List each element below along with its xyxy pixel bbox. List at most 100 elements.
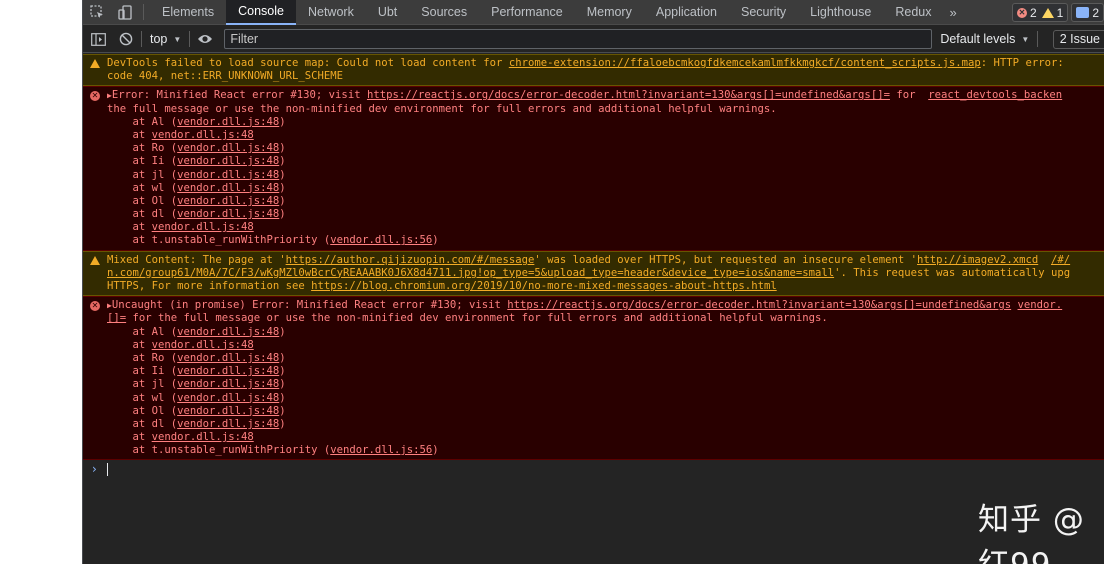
message-text: ): [279, 391, 286, 404]
tab-application[interactable]: Application: [644, 0, 729, 25]
source-link[interactable]: vendor.dll.js:48: [152, 129, 254, 141]
message-line: []= for the full message or use the non-…: [107, 312, 1104, 325]
message-text: at wl (: [107, 391, 178, 404]
log-levels-dropdown[interactable]: Default levels ▼: [940, 32, 1029, 46]
message-text: at: [107, 128, 152, 141]
console-error-message: ✕ ▶Uncaught (in promise) Error: Minified …: [83, 296, 1104, 461]
context-selector[interactable]: top ▼: [144, 32, 187, 46]
source-link[interactable]: vendor.dll.js:48: [177, 326, 279, 338]
message-line: at Ii (vendor.dll.js:48): [107, 155, 1104, 168]
message-line: ▶Uncaught (in promise) Error: Minified R…: [107, 299, 1104, 312]
message-line: Mixed Content: The page at 'https://auth…: [107, 254, 1104, 267]
source-link[interactable]: vendor.dll.js:48: [177, 169, 279, 181]
source-link[interactable]: vendor.dll.js:48: [152, 221, 254, 233]
message-text: ): [279, 365, 286, 378]
issues-button[interactable]: 2 Issue: [1052, 30, 1104, 49]
tab-memory[interactable]: Memory: [575, 0, 644, 25]
message-text: ): [279, 404, 286, 417]
tab-redux[interactable]: Redux: [883, 0, 943, 25]
console-warning-message: Mixed Content: The page at 'https://auth…: [83, 250, 1104, 297]
source-link[interactable]: https://author.qijizuopin.com/#/message: [286, 254, 535, 266]
source-link[interactable]: vendor.dll.js:48: [177, 116, 279, 128]
tab-ubt[interactable]: Ubt: [366, 0, 409, 25]
source-link[interactable]: vendor.dll.js:48: [177, 352, 279, 364]
message-text: ): [279, 351, 286, 364]
message-text: code 404, net::ERR_UNKNOWN_URL_SCHEME: [107, 70, 343, 83]
message-line: at jl (vendor.dll.js:48): [107, 169, 1104, 182]
source-link[interactable]: vendor.dll.js:48: [177, 418, 279, 430]
message-text: for: [889, 89, 929, 102]
message-text: Uncaught (in promise) Error: Minified Re…: [111, 299, 508, 312]
divider: [1037, 31, 1039, 47]
divider: [143, 4, 144, 20]
message-line: n.com/group61/M0A/7C/F3/wKgMZl0wBcrCyREA…: [107, 267, 1104, 280]
source-link[interactable]: chrome-extension://ffaloebcmkogfdkemceka…: [509, 57, 981, 69]
source-link[interactable]: vendor.dll.js:48: [177, 405, 279, 417]
tab-lighthouse[interactable]: Lighthouse: [798, 0, 883, 25]
source-link[interactable]: vendor.dll.js:56: [330, 234, 432, 246]
clear-console-icon[interactable]: [113, 27, 139, 51]
warning-icon: [90, 255, 100, 265]
message-line: at wl (vendor.dll.js:48): [107, 392, 1104, 405]
message-line: at vendor.dll.js:48: [107, 339, 1104, 352]
message-text: at Ro (: [107, 351, 178, 364]
source-link[interactable]: https://reactjs.org/docs/error-decoder.h…: [367, 89, 890, 101]
message-text: ): [279, 194, 286, 207]
device-toolbar-icon[interactable]: [111, 0, 139, 24]
message-text: : HTTP error:: [980, 57, 1064, 69]
more-tabs-button[interactable]: »: [943, 5, 962, 20]
message-text: ): [432, 234, 439, 247]
source-link[interactable]: vendor.dll.js:48: [177, 378, 279, 390]
source-link[interactable]: vendor.dll.js:48: [177, 155, 279, 167]
inspect-element-icon[interactable]: [83, 0, 111, 24]
message-line: at jl (vendor.dll.js:48): [107, 378, 1104, 391]
message-line: at vendor.dll.js:48: [107, 221, 1104, 234]
message-text: at Ol (: [107, 404, 178, 417]
context-label: top: [150, 32, 168, 46]
source-link[interactable]: vendor.dll.js:48: [177, 208, 279, 220]
tab-elements[interactable]: Elements: [150, 0, 226, 25]
source-link[interactable]: n.com/group61/M0A/7C/F3/wKgMZl0wBcrCyREA…: [107, 267, 834, 279]
tab-sources[interactable]: Sources: [409, 0, 479, 25]
eye-icon[interactable]: [192, 27, 218, 51]
source-link[interactable]: vendor.dll.js:56: [330, 444, 432, 456]
message-text: at Al (: [107, 325, 178, 338]
source-link[interactable]: []=: [107, 312, 126, 324]
messages-counter[interactable]: 2: [1071, 3, 1104, 22]
message-text: at Ol (: [107, 194, 178, 207]
error-counter[interactable]: ✕ 2 1: [1011, 3, 1069, 22]
sidebar-toggle-icon[interactable]: [83, 27, 113, 51]
warning-icon: [1041, 7, 1054, 18]
source-link[interactable]: vendor.dll.js:48: [152, 339, 254, 351]
source-link[interactable]: https://blog.chromium.org/2019/10/no-mor…: [311, 280, 777, 292]
message-text: ): [279, 115, 286, 128]
source-link[interactable]: vendor.dll.js:48: [177, 142, 279, 154]
message-text: HTTPS, For more information see: [107, 280, 312, 292]
message-text: at jl (: [107, 378, 178, 391]
tab-network[interactable]: Network: [296, 0, 366, 25]
console-prompt[interactable]: ›: [83, 460, 1104, 478]
message-text: at jl (: [107, 168, 178, 181]
source-link[interactable]: vendor.dll.js:48: [177, 195, 279, 207]
filter-input[interactable]: [224, 29, 933, 49]
message-line: ▶Error: Minified React error #130; visit…: [107, 89, 1104, 102]
message-line: DevTools failed to load source map: Coul…: [107, 57, 1104, 70]
source-link[interactable]: react_devtools_backen: [928, 89, 1062, 101]
source-link[interactable]: vendor.dll.js:48: [152, 431, 254, 443]
log-levels-label: Default levels: [940, 32, 1016, 46]
source-link[interactable]: /#/: [1051, 254, 1070, 266]
source-link[interactable]: vendor.dll.js:48: [177, 182, 279, 194]
source-link[interactable]: vendor.dll.js:48: [177, 392, 279, 404]
source-link[interactable]: vendor.: [1018, 299, 1063, 311]
tab-security[interactable]: Security: [729, 0, 798, 25]
message-text: at dl (: [107, 417, 178, 430]
message-line: at Ii (vendor.dll.js:48): [107, 365, 1104, 378]
issue-counters[interactable]: ✕ 2 1 2: [1011, 3, 1104, 22]
chevron-down-icon: ▼: [1021, 34, 1030, 44]
tab-console[interactable]: Console: [226, 0, 296, 25]
tab-performance[interactable]: Performance: [479, 0, 575, 25]
source-link[interactable]: https://reactjs.org/docs/error-decoder.h…: [507, 299, 1011, 311]
messages-count: 2: [1092, 5, 1099, 20]
source-link[interactable]: vendor.dll.js:48: [177, 365, 279, 377]
source-link[interactable]: http://imagev2.xmcd: [917, 254, 1038, 266]
